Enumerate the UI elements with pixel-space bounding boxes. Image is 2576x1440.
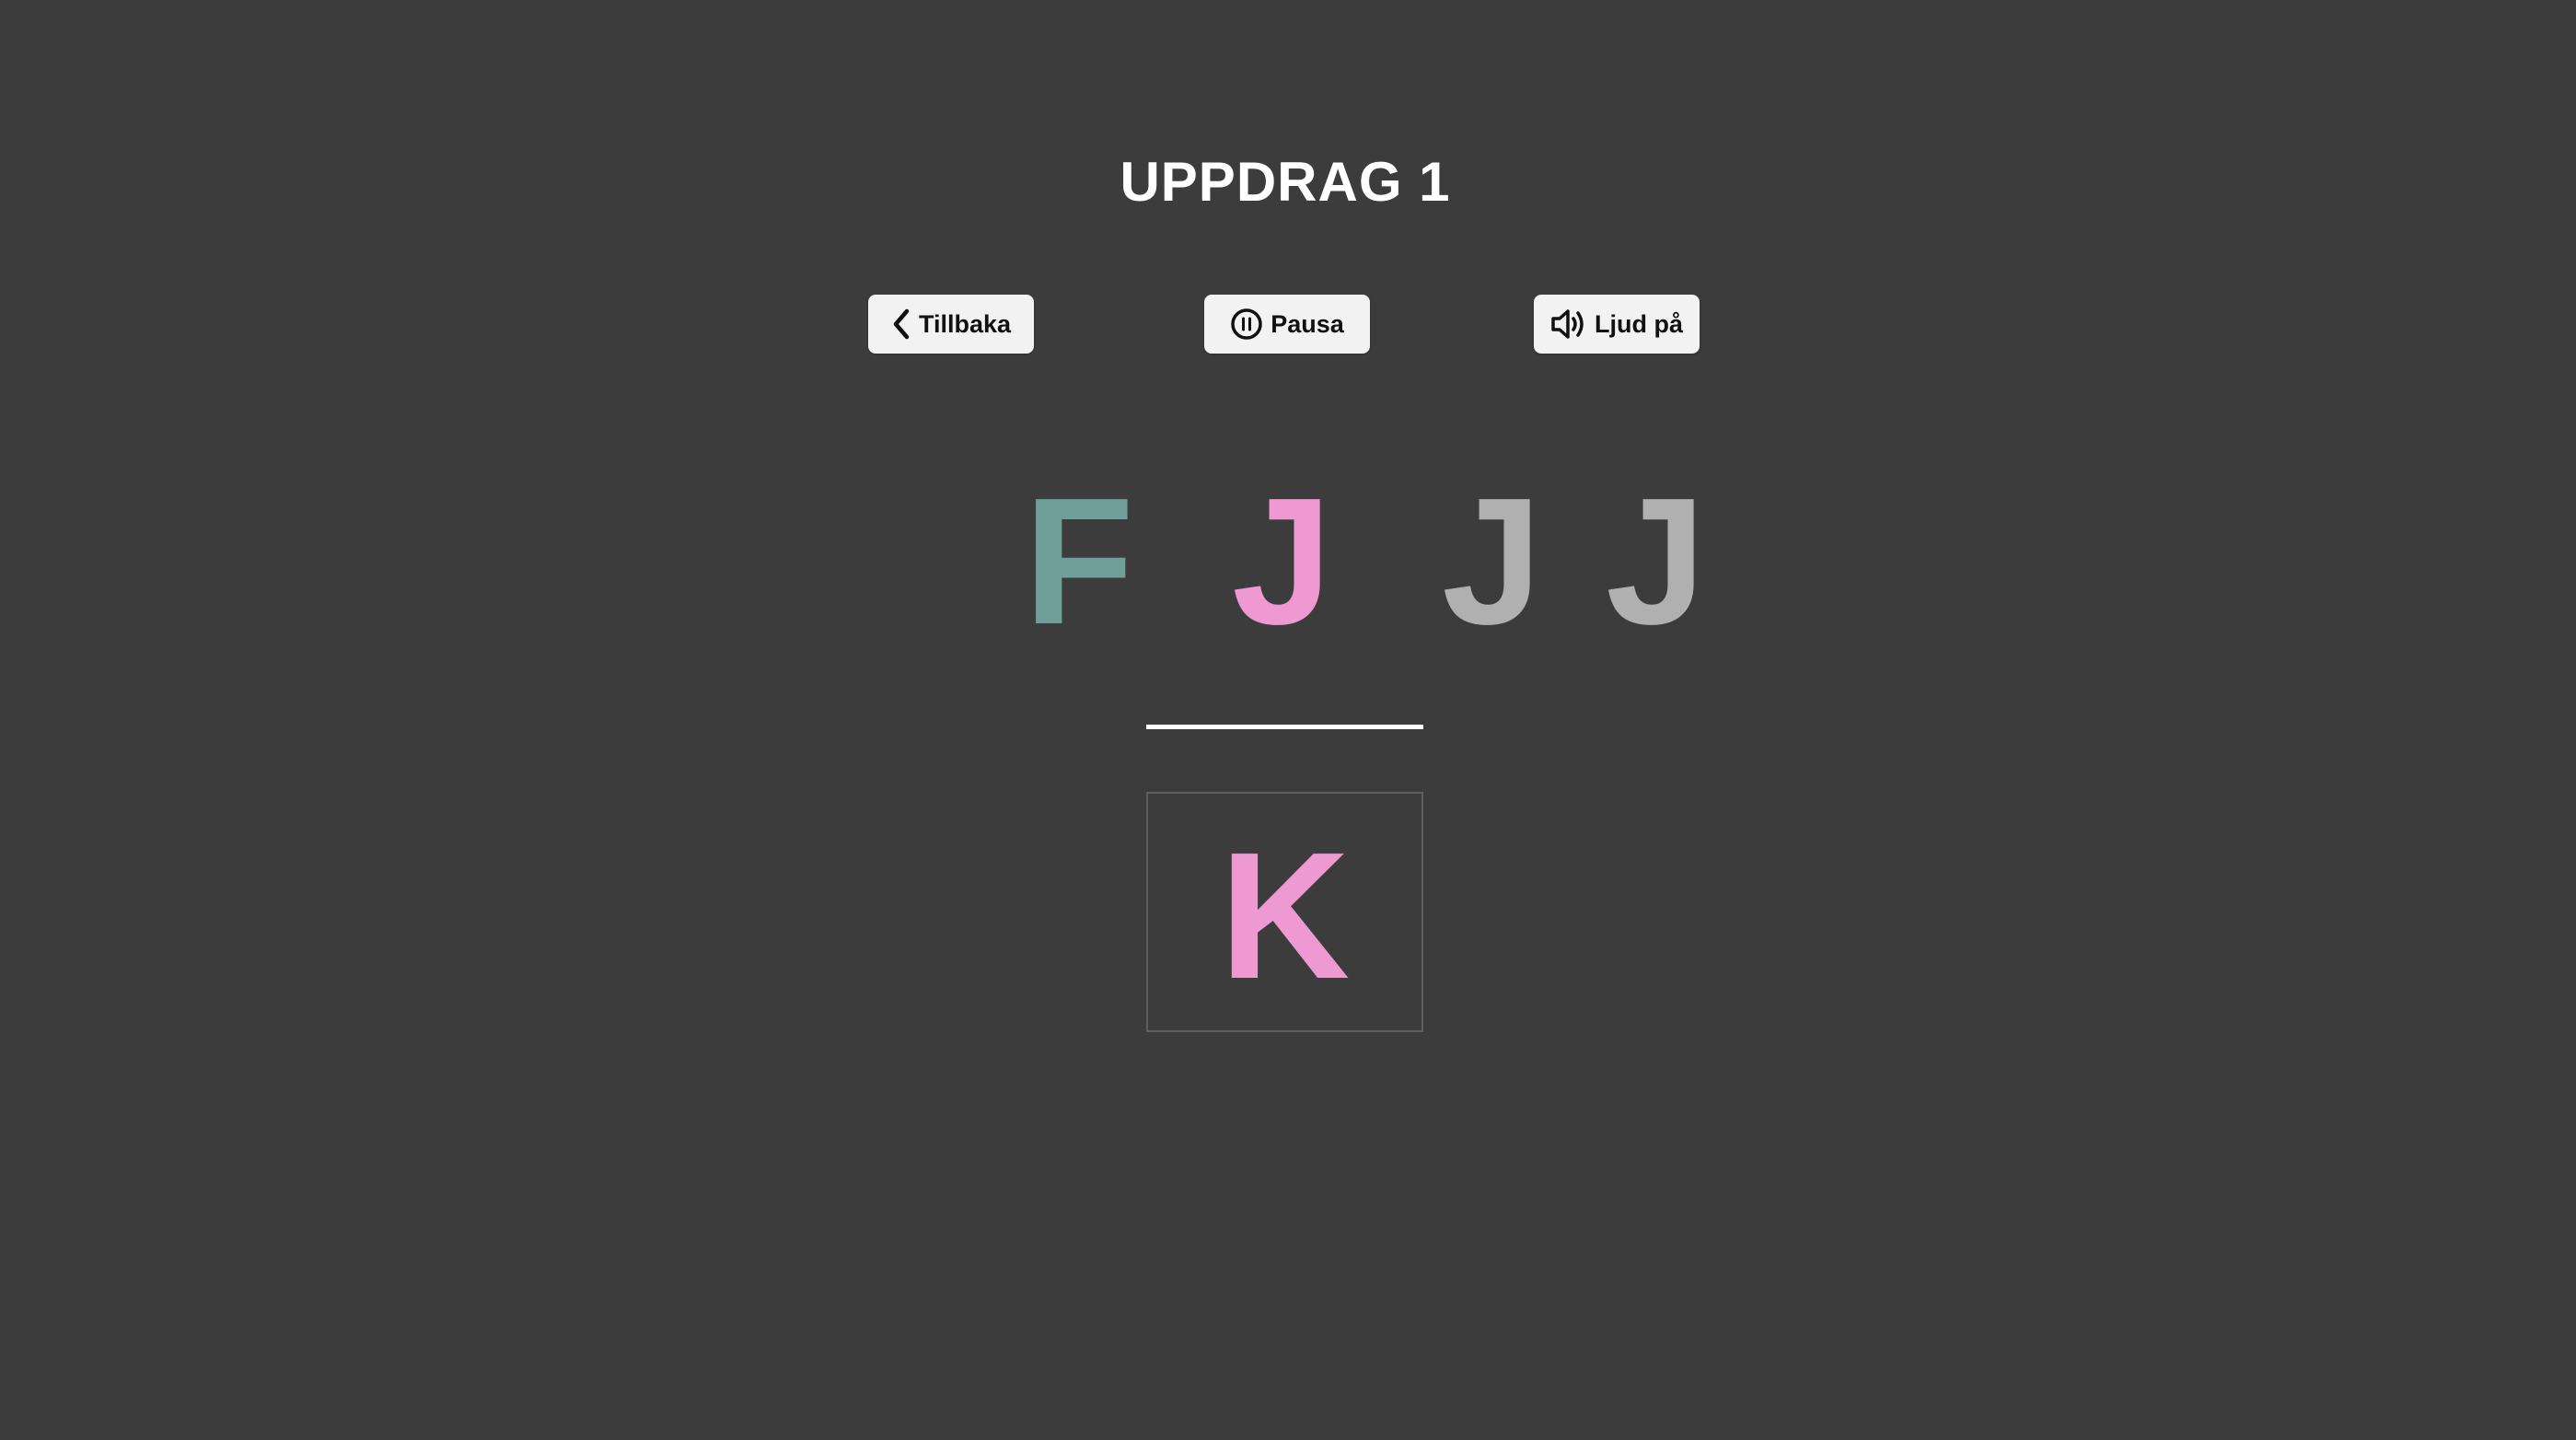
answer-tile[interactable]: K (1146, 792, 1423, 1032)
sequence-letter: J (1232, 460, 1333, 662)
speaker-icon (1550, 308, 1587, 341)
back-button-label: Tillbaka (918, 309, 1012, 338)
sound-toggle-button[interactable]: Ljud på (1534, 295, 1700, 354)
game-screen: UPPDRAG 1 Tillbaka Pausa Ljud på F J J J… (0, 0, 2576, 1440)
pause-button[interactable]: Pausa (1204, 295, 1370, 354)
chevron-left-icon (891, 308, 911, 340)
pause-button-label: Pausa (1271, 309, 1344, 338)
letter-sequence: F J J J (0, 470, 2576, 654)
sequence-letter: F (1024, 460, 1134, 662)
back-button[interactable]: Tillbaka (868, 295, 1034, 354)
answer-underline (1146, 725, 1423, 729)
sequence-letter: J (1606, 460, 1707, 662)
pause-circle-icon (1230, 308, 1263, 341)
answer-letter: K (1219, 814, 1351, 1016)
sequence-letter: J (1442, 460, 1543, 662)
page-title: UPPDRAG 1 (1120, 151, 1451, 213)
sound-button-label: Ljud på (1595, 309, 1683, 338)
